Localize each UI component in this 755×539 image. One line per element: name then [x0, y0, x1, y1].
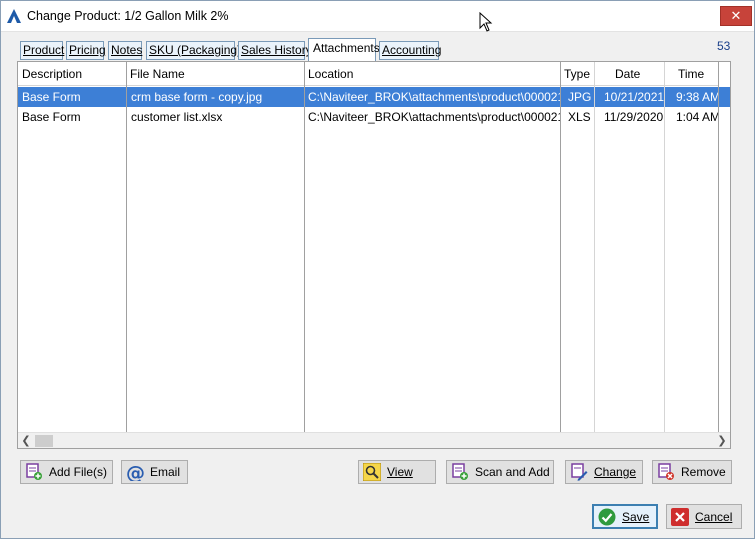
email-button[interactable]: @ Email — [121, 460, 188, 484]
cell-time: 1:04 AM — [676, 110, 718, 124]
naviteer-logo-icon — [7, 9, 21, 23]
email-label: Email — [150, 465, 181, 479]
cell-location: C:\Naviteer_BROK\attachments\product\000… — [308, 110, 560, 124]
cell-file-name: crm base form - copy.jpg — [131, 90, 263, 104]
at-sign-icon: @ — [126, 463, 144, 481]
tab-sales-history[interactable]: Sales History — [238, 41, 312, 60]
cell-date: 11/29/2020 — [604, 110, 664, 124]
remove-document-icon — [658, 463, 674, 480]
scroll-left-icon[interactable]: ❮ — [18, 433, 34, 449]
add-files-label: Add File(s) — [49, 465, 108, 479]
remove-label: Remove — [681, 465, 726, 479]
cancel-button[interactable]: Cancel — [666, 504, 742, 529]
column-header-file-name[interactable]: File Name — [126, 62, 304, 86]
column-divider — [560, 62, 561, 432]
attachments-panel: Description File Name Location Type Date… — [17, 61, 731, 449]
table-row[interactable]: Base Form crm base form - copy.jpg C:\Na… — [18, 87, 730, 107]
record-count: 53 — [717, 39, 731, 53]
column-header-location[interactable]: Location — [304, 62, 560, 86]
column-divider — [664, 62, 665, 432]
scan-and-add-label: Scan and Add — [475, 465, 550, 479]
tab-attachments[interactable]: Attachments — [308, 38, 380, 61]
scanner-add-icon — [452, 463, 468, 480]
tab-pricing[interactable]: Pricing — [66, 41, 106, 60]
save-button[interactable]: Save — [592, 504, 658, 529]
close-icon: ✕ — [730, 8, 742, 24]
cell-type: XLS — [568, 110, 591, 124]
remove-button[interactable]: Remove — [652, 460, 732, 484]
add-file-icon — [26, 463, 42, 480]
horizontal-scrollbar[interactable]: ❮ ❯ — [18, 432, 730, 448]
column-header-date[interactable]: Date — [594, 62, 664, 86]
window-title: Change Product: 1/2 Gallon Milk 2% — [27, 9, 229, 23]
scroll-right-icon[interactable]: ❯ — [714, 433, 730, 449]
column-header-time[interactable]: Time — [664, 62, 718, 86]
mouse-cursor-icon — [479, 12, 493, 32]
change-button[interactable]: Change — [565, 460, 643, 484]
column-divider — [718, 62, 719, 432]
change-product-dialog: Change Product: 1/2 Gallon Milk 2% ✕ Pro… — [0, 0, 755, 539]
scroll-thumb[interactable] — [35, 435, 53, 447]
title-bar[interactable]: Change Product: 1/2 Gallon Milk 2% ✕ — [1, 1, 754, 32]
cell-description: Base Form — [22, 90, 81, 104]
change-label: Change — [594, 465, 637, 479]
view-button[interactable]: View — [358, 460, 436, 484]
x-icon — [671, 507, 689, 526]
magnifier-icon — [363, 463, 381, 481]
column-header-description[interactable]: Description — [18, 62, 126, 86]
add-files-button[interactable]: Add File(s) — [20, 460, 113, 484]
cancel-label: Cancel — [695, 509, 733, 524]
tab-notes[interactable]: Notes — [108, 41, 142, 60]
tab-product[interactable]: Product — [20, 41, 64, 60]
view-label: View — [387, 465, 413, 479]
attachments-table[interactable]: Description File Name Location Type Date… — [18, 62, 730, 432]
tab-sku-packaging[interactable]: SKU (Packaging) — [146, 41, 241, 60]
cell-description: Base Form — [22, 110, 81, 124]
cell-type: JPG — [568, 90, 592, 104]
close-button[interactable]: ✕ — [720, 6, 752, 26]
cell-date: 10/21/2021 — [604, 90, 664, 104]
tab-accounting[interactable]: Accounting — [379, 41, 441, 60]
column-divider — [304, 62, 305, 432]
column-divider — [594, 62, 595, 432]
table-row[interactable]: Base Form customer list.xlsx C:\Naviteer… — [18, 107, 730, 127]
cell-file-name: customer list.xlsx — [131, 110, 223, 124]
scan-and-add-button[interactable]: Scan and Add — [446, 460, 554, 484]
edit-document-icon — [571, 463, 588, 481]
cell-location: C:\Naviteer_BROK\attachments\product\000… — [308, 90, 560, 104]
svg-text:@: @ — [126, 463, 144, 481]
column-header-type[interactable]: Type — [560, 62, 594, 86]
checkmark-icon — [598, 508, 616, 525]
save-label: Save — [622, 509, 650, 524]
cell-time: 9:38 AM — [676, 90, 718, 104]
column-divider — [126, 62, 127, 432]
